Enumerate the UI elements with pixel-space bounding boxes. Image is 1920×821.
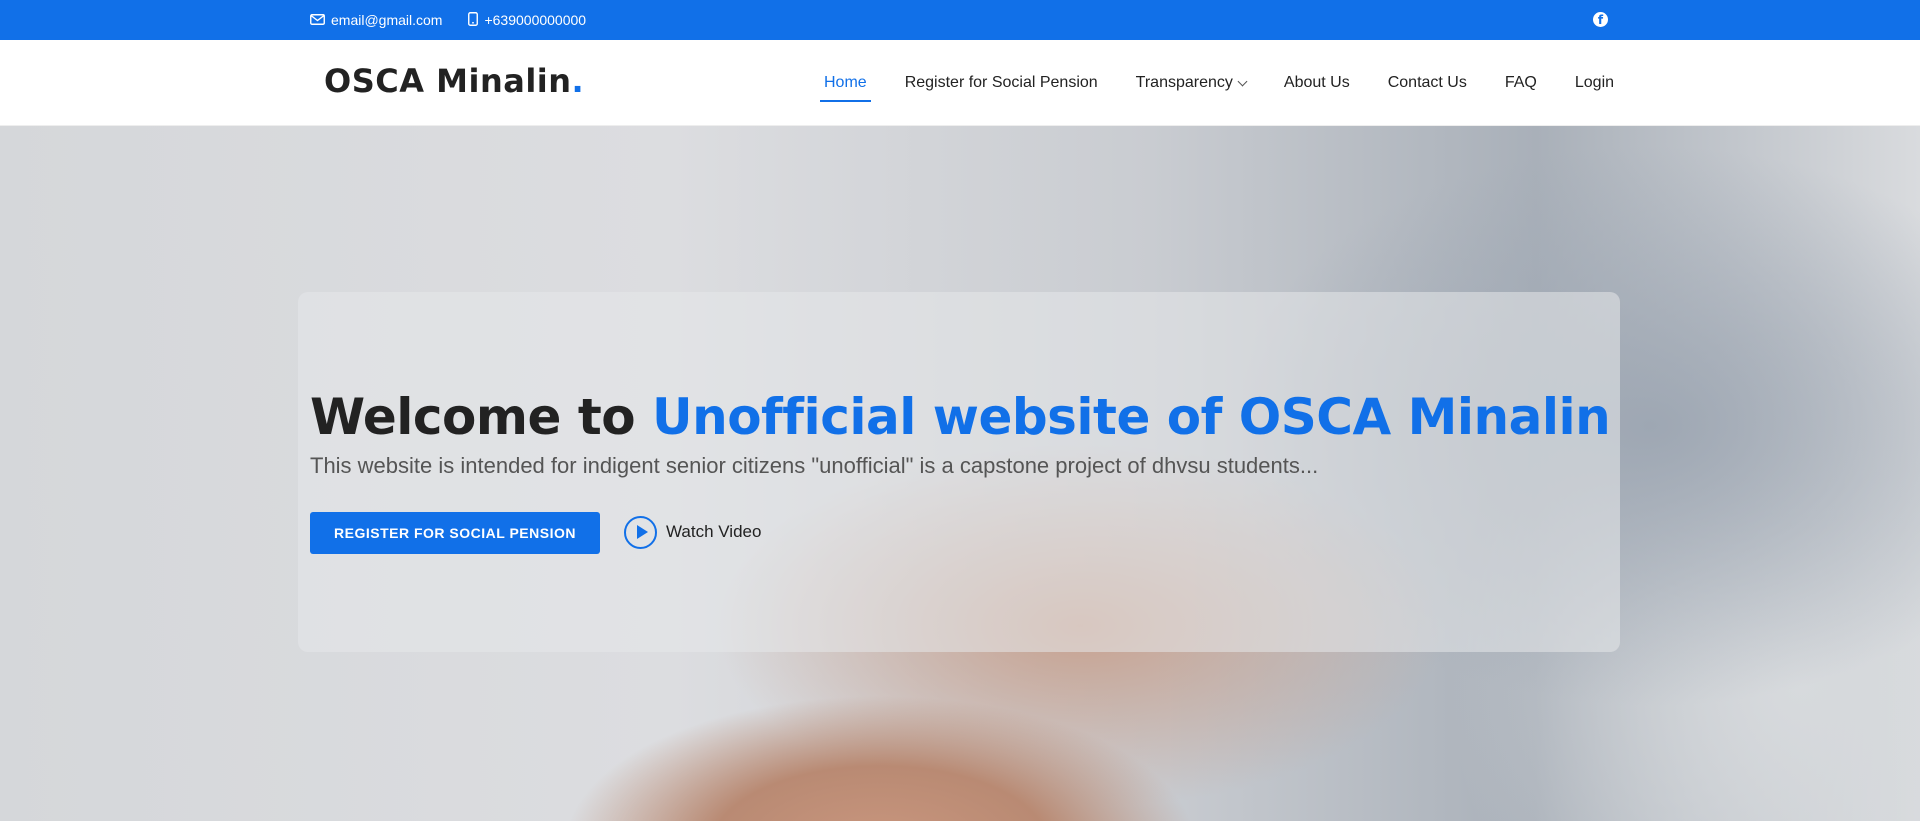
email-contact[interactable]: email@gmail.com xyxy=(310,12,442,28)
contact-info: email@gmail.com +639000000000 xyxy=(310,0,586,40)
envelope-icon xyxy=(310,12,325,28)
site-logo[interactable]: OSCA Minalin. xyxy=(324,62,584,100)
nav-about-us[interactable]: About Us xyxy=(1282,74,1352,92)
phone-text: +639000000000 xyxy=(484,12,587,28)
hero-section: Welcome to Unofficial website of OSCA Mi… xyxy=(0,126,1920,821)
email-text: email@gmail.com xyxy=(331,12,443,28)
phone-icon xyxy=(468,11,479,29)
hero-subtitle: This website is intended for indigent se… xyxy=(310,453,1319,478)
watch-video-button[interactable]: Watch Video xyxy=(624,514,761,550)
facebook-icon[interactable]: f xyxy=(1593,12,1608,27)
nav-contact-us[interactable]: Contact Us xyxy=(1386,74,1469,92)
play-icon xyxy=(624,515,657,549)
top-bar: email@gmail.com +639000000000 f xyxy=(0,0,1920,40)
hero-title-accent: Unofficial website of OSCA Minalin xyxy=(652,388,1611,446)
chevron-down-icon xyxy=(1237,76,1248,86)
nav-transparency[interactable]: Transparency xyxy=(1134,74,1248,92)
watch-video-label: Watch Video xyxy=(666,522,762,541)
logo-dot: . xyxy=(571,62,585,100)
main-nav: Home Register for Social Pension Transpa… xyxy=(820,40,1616,126)
nav-transparency-label: Transparency xyxy=(1135,74,1233,91)
nav-login[interactable]: Login xyxy=(1573,74,1616,92)
site-header: OSCA Minalin. Home Register for Social P… xyxy=(0,40,1920,126)
nav-register-social-pension[interactable]: Register for Social Pension xyxy=(903,74,1100,92)
logo-text: OSCA Minalin xyxy=(324,62,572,100)
phone-contact[interactable]: +639000000000 xyxy=(468,11,587,29)
hero-title: Welcome to Unofficial website of OSCA Mi… xyxy=(310,388,1611,446)
hero-title-prefix: Welcome to xyxy=(310,388,636,446)
register-social-pension-button[interactable]: REGISTER FOR SOCIAL PENSION xyxy=(310,512,600,554)
nav-home[interactable]: Home xyxy=(820,74,871,102)
nav-faq[interactable]: FAQ xyxy=(1503,74,1539,92)
